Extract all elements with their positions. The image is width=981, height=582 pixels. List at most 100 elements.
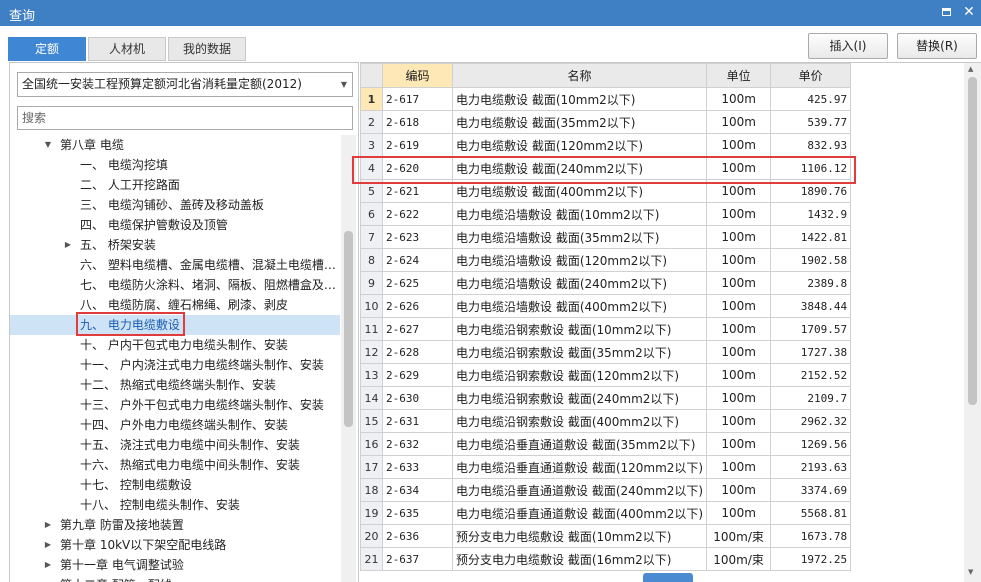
table-scrollbar-thumb[interactable] [968, 77, 977, 405]
cell-unit: 100m [706, 501, 772, 525]
table-row[interactable]: 19 2-635 电力电缆沿垂直通道敷设 截面(400mm2以下) 100m 5568.… [360, 501, 852, 525]
row-number: 4 [360, 156, 383, 180]
tree-item[interactable]: 十一、 户内浇注式电力电缆终端头制作、安装 [10, 355, 340, 375]
table-row[interactable]: 17 2-633 电力电缆沿垂直通道敷设 截面(120mm2以下) 100m 2193.… [360, 455, 852, 479]
header-unit[interactable]: 单位 [706, 63, 772, 88]
cell-code: 2-617 [382, 87, 453, 111]
cell-unit: 100m [706, 248, 772, 272]
tree-item[interactable]: 十五、 浇注式电力电缆中间头制作、安装 [10, 435, 340, 455]
cell-unit: 100m [706, 317, 772, 341]
table-row[interactable]: 15 2-631 电力电缆沿钢索敷设 截面(400mm2以下) 100m 2962.32 [360, 409, 852, 433]
row-number: 20 [360, 524, 383, 548]
replace-button[interactable]: 替换(R) [897, 33, 977, 59]
tree-item[interactable]: ▶ 第十二章 配管、配线 [10, 575, 340, 582]
cell-unit: 100m [706, 478, 772, 502]
header-price[interactable]: 单价 [770, 63, 852, 88]
table-row[interactable]: 11 2-627 电力电缆沿钢索敷设 截面(10mm2以下) 100m 1709.57 [360, 317, 852, 341]
cell-name: 电力电缆沿墙敷设 截面(10mm2以下) [451, 202, 708, 226]
row-number: 7 [360, 225, 383, 249]
cell-price: 2109.7 [770, 386, 852, 410]
cell-name: 电力电缆敷设 截面(240mm2以下) [451, 156, 708, 180]
table-row[interactable]: 9 2-625 电力电缆沿墙敷设 截面(240mm2以下) 100m 2389.8 [360, 271, 852, 295]
tree-item[interactable]: 二、 人工开挖路面 [10, 175, 340, 195]
maximize-button[interactable] [938, 4, 954, 20]
table-row[interactable]: 6 2-622 电力电缆沿墙敷设 截面(10mm2以下) 100m 1432.9 [360, 202, 852, 226]
tree-item[interactable]: ▶ 第九章 防雷及接地装置 [10, 515, 340, 535]
table-row[interactable]: 4 2-620 电力电缆敷设 截面(240mm2以下) 100m 1106.12 [360, 156, 852, 180]
tree-item[interactable]: 三、 电缆沟铺砂、盖砖及移动盖板 [10, 195, 340, 215]
cell-unit: 100m [706, 87, 772, 111]
pane-splitter-handle[interactable] [643, 573, 693, 582]
tree-item[interactable]: ▼ 第八章 电缆 [10, 135, 340, 155]
table-row[interactable]: 8 2-624 电力电缆沿墙敷设 截面(120mm2以下) 100m 1902.58 [360, 248, 852, 272]
table-row[interactable]: 3 2-619 电力电缆敷设 截面(120mm2以下) 100m 832.93 [360, 133, 852, 157]
cell-code: 2-630 [382, 386, 453, 410]
header-name[interactable]: 名称 [451, 63, 708, 88]
table-row[interactable]: 16 2-632 电力电缆沿垂直通道敷设 截面(35mm2以下) 100m 1269.5… [360, 432, 852, 456]
cell-price: 1269.56 [770, 432, 852, 456]
table-row[interactable]: 20 2-636 预分支电力电缆敷设 截面(10mm2以下) 100m/束 1673.7… [360, 524, 852, 548]
table-scrollbar[interactable]: ▲ ▼ [964, 63, 981, 582]
cell-name: 电力电缆沿钢索敷设 截面(400mm2以下) [451, 409, 708, 433]
table-row[interactable]: 14 2-630 电力电缆沿钢索敷设 截面(240mm2以下) 100m 2109.7 [360, 386, 852, 410]
table-row[interactable]: 21 2-637 预分支电力电缆敷设 截面(16mm2以下) 100m/束 1972.2… [360, 547, 852, 571]
tree-scrollbar[interactable] [341, 135, 356, 582]
tree-scrollbar-thumb[interactable] [344, 231, 353, 427]
tree-item[interactable]: ▶ 第十章 10kV以下架空配电线路 [10, 535, 340, 555]
tree-item[interactable]: ▶ 第十一章 电气调整试验 [10, 555, 340, 575]
cell-code: 2-619 [382, 133, 453, 157]
tree-item[interactable]: ▶ 五、 桥架安装 [10, 235, 340, 255]
tree-item[interactable]: 十、 户内干包式电力电缆头制作、安装 [10, 335, 340, 355]
table-row[interactable]: 18 2-634 电力电缆沿垂直通道敷设 截面(240mm2以下) 100m 3374.… [360, 478, 852, 502]
table-row[interactable]: 10 2-626 电力电缆沿墙敷设 截面(400mm2以下) 100m 3848.44 [360, 294, 852, 318]
tree-item[interactable]: 十八、 控制电缆头制作、安装 [10, 495, 340, 515]
tree-item[interactable]: 十四、 户外电力电缆终端头制作、安装 [10, 415, 340, 435]
tree-item[interactable]: 六、 塑料电缆槽、金属电缆槽、混凝土电缆槽… [10, 255, 340, 275]
table-row[interactable]: 2 2-618 电力电缆敷设 截面(35mm2以下) 100m 539.77 [360, 110, 852, 134]
expand-right-icon[interactable]: ▶ [42, 555, 54, 575]
cell-price: 832.93 [770, 133, 852, 157]
right-pane: 编码 名称 单位 单价 1 2-617 电力电缆敷设 截面(10mm2以下) 100m… [352, 62, 981, 582]
table-row[interactable]: 1 2-617 电力电缆敷设 截面(10mm2以下) 100m 425.97 [360, 87, 852, 111]
expand-right-icon[interactable]: ▶ [62, 235, 74, 255]
row-number: 16 [360, 432, 383, 456]
insert-button[interactable]: 插入(I) [808, 33, 888, 59]
cell-price: 1727.38 [770, 340, 852, 364]
cell-price: 3374.69 [770, 478, 852, 502]
tree-item-label: 五、 桥架安装 [80, 238, 156, 252]
expand-right-icon[interactable]: ▶ [42, 575, 54, 582]
cell-name: 电力电缆沿钢索敷设 截面(120mm2以下) [451, 363, 708, 387]
expand-right-icon[interactable]: ▶ [42, 515, 54, 535]
tree-item[interactable]: 八、 电缆防腐、缠石棉绳、刷漆、剥皮 [10, 295, 340, 315]
close-button[interactable]: ✕ [961, 4, 977, 20]
tree-item-label: 第八章 电缆 [60, 138, 124, 152]
tab-labor-material-machine[interactable]: 人材机 [88, 37, 166, 61]
tree-item[interactable]: 九、 电力电缆敷设 [10, 315, 340, 335]
header-code[interactable]: 编码 [382, 63, 453, 88]
expand-down-icon[interactable]: ▼ [42, 135, 54, 155]
cell-price: 2962.32 [770, 409, 852, 433]
cell-price: 3848.44 [770, 294, 852, 318]
tree-item-label: 六、 塑料电缆槽、金属电缆槽、混凝土电缆槽… [80, 258, 336, 272]
tree-item[interactable]: 四、 电缆保护管敷设及顶管 [10, 215, 340, 235]
tree-item[interactable]: 一、 电缆沟挖填 [10, 155, 340, 175]
tree-item[interactable]: 十三、 户外干包式电力电缆终端头制作、安装 [10, 395, 340, 415]
table-row[interactable]: 13 2-629 电力电缆沿钢索敷设 截面(120mm2以下) 100m 2152.52 [360, 363, 852, 387]
scroll-down-icon[interactable]: ▼ [968, 568, 973, 576]
table-row[interactable]: 12 2-628 电力电缆沿钢索敷设 截面(35mm2以下) 100m 1727.38 [360, 340, 852, 364]
quota-library-select[interactable]: 全国统一安装工程预算定额河北省消耗量定额(2012) ▼ [17, 72, 353, 97]
cell-price: 1432.9 [770, 202, 852, 226]
tree-item[interactable]: 十七、 控制电缆敷设 [10, 475, 340, 495]
table-row[interactable]: 7 2-623 电力电缆沿墙敷设 截面(35mm2以下) 100m 1422.81 [360, 225, 852, 249]
search-input[interactable] [17, 106, 353, 130]
tree-item[interactable]: 十二、 热缩式电缆终端头制作、安装 [10, 375, 340, 395]
table-row[interactable]: 5 2-621 电力电缆敷设 截面(400mm2以下) 100m 1890.76 [360, 179, 852, 203]
cell-unit: 100m [706, 110, 772, 134]
expand-right-icon[interactable]: ▶ [42, 535, 54, 555]
tab-my-data[interactable]: 我的数据 [168, 37, 246, 61]
tree-item[interactable]: 七、 电缆防火涂料、堵洞、隔板、阻燃槽盒及… [10, 275, 340, 295]
row-number: 18 [360, 478, 383, 502]
tab-quota[interactable]: 定额 [8, 37, 86, 61]
scroll-up-icon[interactable]: ▲ [968, 65, 973, 73]
tree-item[interactable]: 十六、 热缩式电力电缆中间头制作、安装 [10, 455, 340, 475]
